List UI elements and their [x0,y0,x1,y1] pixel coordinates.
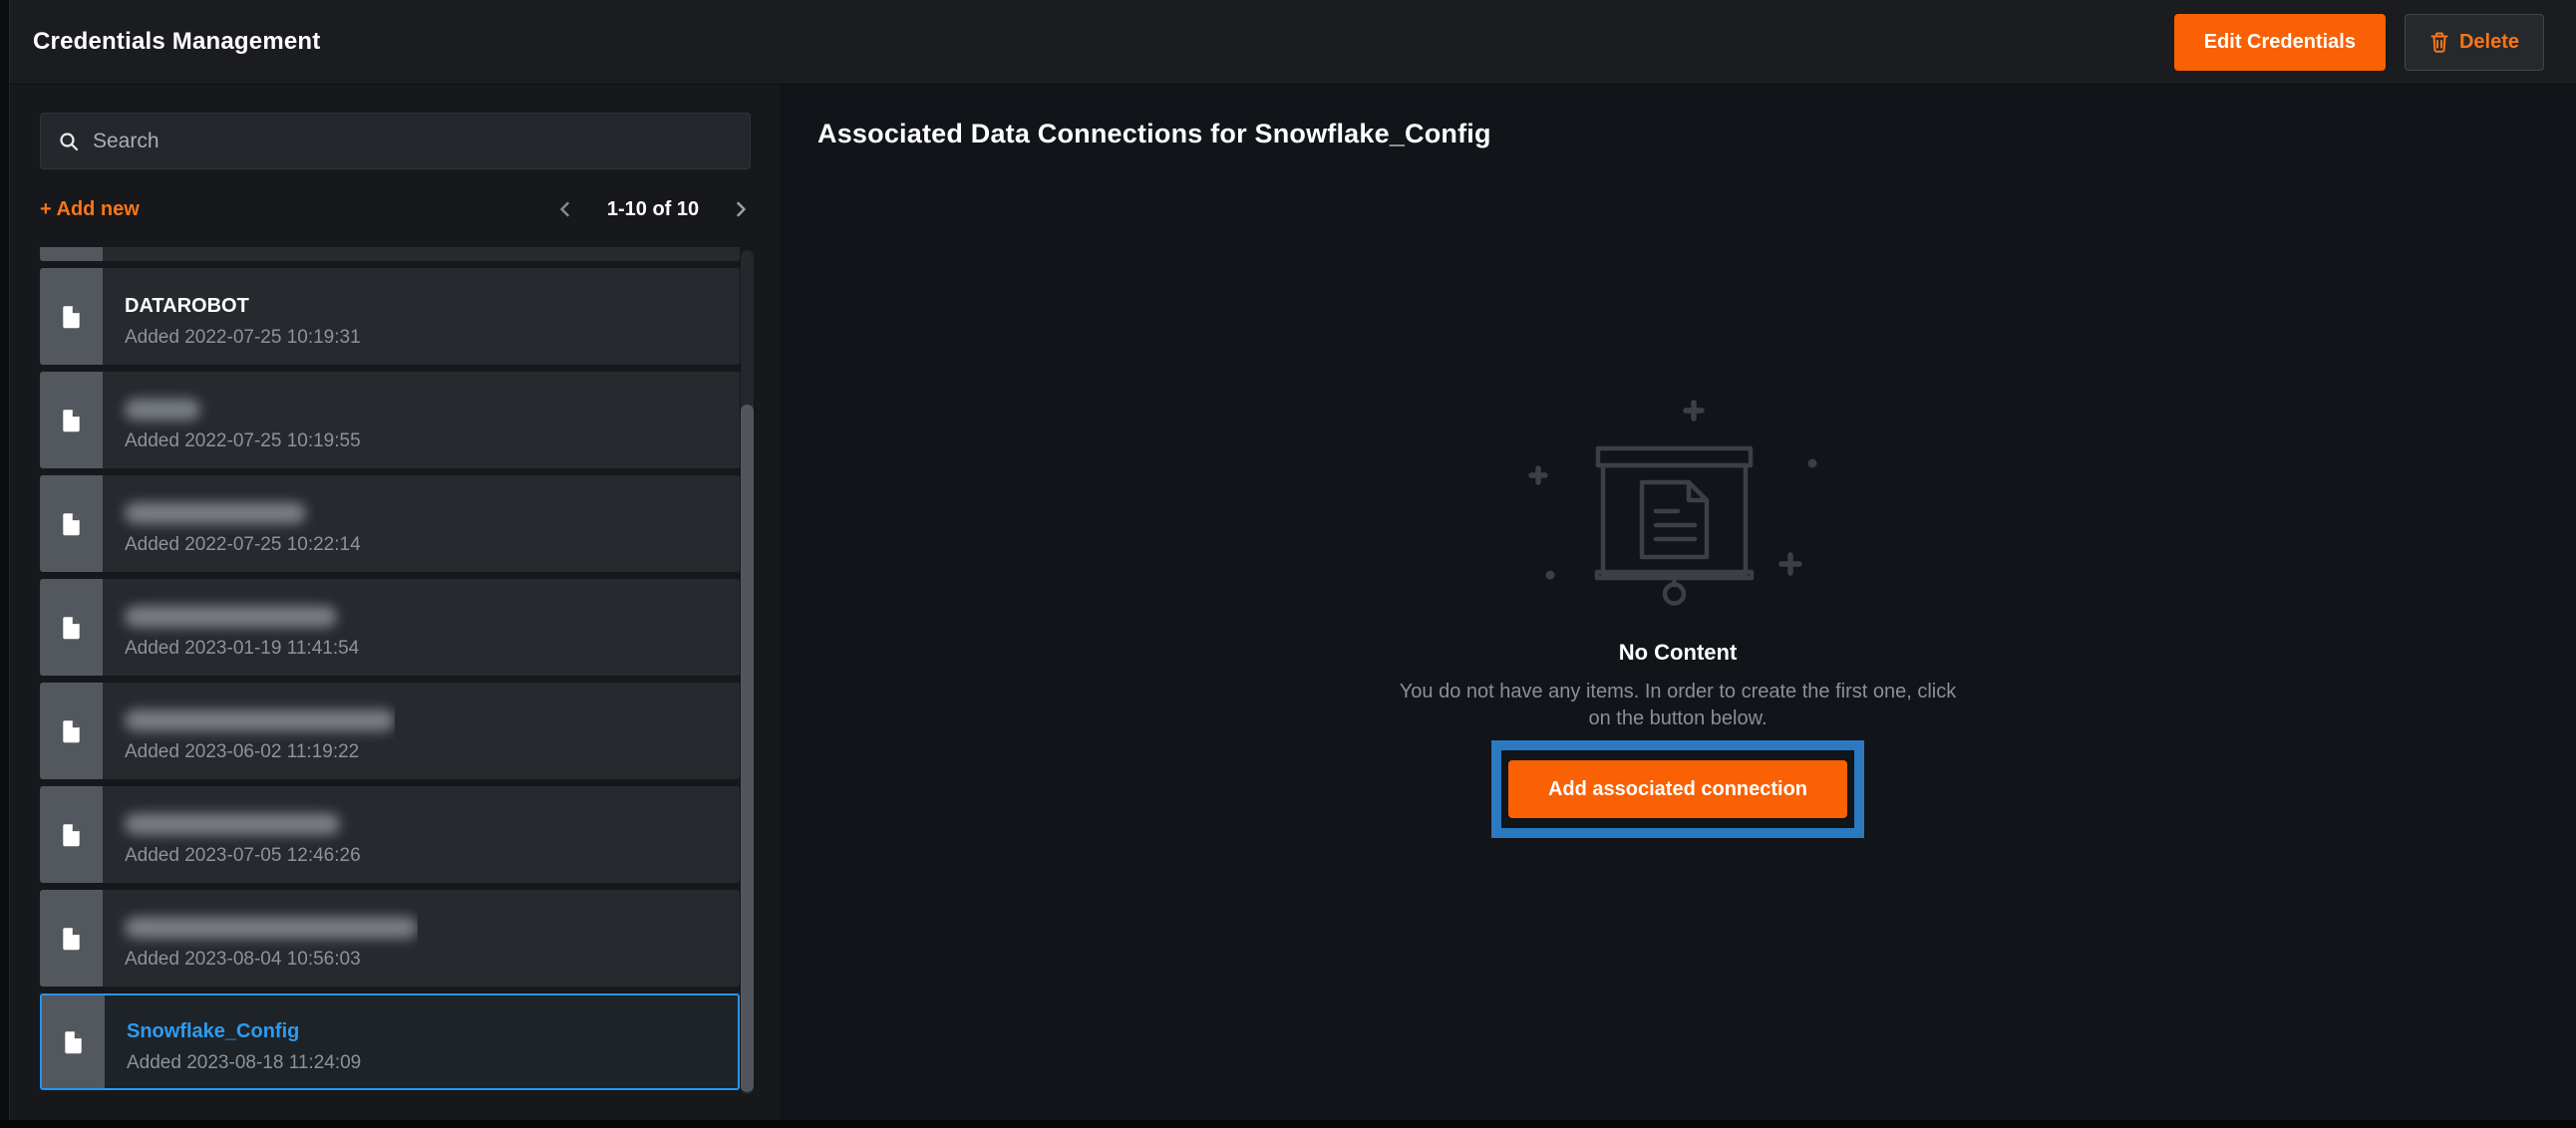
credential-name [125,501,361,525]
chevron-right-icon [734,198,749,220]
credential-name [125,398,361,422]
credential-item[interactable] [40,247,740,261]
redacted-credential-name [125,606,337,628]
empty-state-description-line2: on the button below. [1400,705,1956,732]
delete-button[interactable]: Delete [2405,14,2544,71]
credential-name [125,708,395,732]
credential-item[interactable]: Added 2023-07-05 12:46:26 [40,786,740,883]
file-icon [62,719,81,743]
credential-name: Snowflake_Config [127,1019,361,1043]
file-icon [62,927,81,951]
search-box [40,113,751,169]
credential-item-body: Added 2023-08-04 10:56:03 [103,890,418,987]
credential-item-icon-strip [40,786,103,883]
credential-item-body [103,247,125,261]
credentials-list: DATAROBOT Added 2022-07-25 10:19:31 Adde… [40,247,740,1094]
credential-item[interactable]: Snowflake_Config Added 2023-08-18 11:24:… [40,993,740,1090]
focus-highlight: Add associated connection [1491,740,1864,838]
credential-item-icon-strip [40,890,103,987]
credential-item-body: Added 2023-06-02 11:19:22 [103,683,395,779]
credential-item-icon-strip [40,683,103,779]
left-edge-strip [0,0,10,1128]
chevron-left-icon [557,198,572,220]
credential-name [125,605,359,629]
file-icon [62,616,81,640]
credential-item-icon-strip [40,579,103,676]
credential-item[interactable]: Added 2023-06-02 11:19:22 [40,683,740,779]
delete-button-label: Delete [2459,31,2519,54]
credential-item-body: Added 2022-07-25 10:19:55 [103,372,361,468]
credential-added: Added 2022-07-25 10:19:55 [125,430,361,452]
empty-state-heading: No Content [1619,640,1738,666]
main-panel: Associated Data Connections for Snowflak… [780,85,2576,1128]
edit-credentials-button[interactable]: Edit Credentials [2174,14,2386,71]
redacted-credential-name [125,813,340,835]
credential-item-body: Added 2023-07-05 12:46:26 [103,786,361,883]
credential-name [125,916,418,940]
file-icon [62,823,81,847]
bottom-edge-strip [0,1120,2576,1128]
sidebar: + Add new 1-10 of 10 [10,85,780,1128]
sparkle-dot [1808,459,1817,468]
credential-item[interactable]: Added 2022-07-25 10:22:14 [40,475,740,572]
sparkle-plus-icon [1686,403,1702,419]
add-associated-connection-button[interactable]: Add associated connection [1508,760,1847,818]
credential-added: Added 2022-07-25 10:22:14 [125,534,361,556]
credential-name [125,812,361,836]
section-title: Associated Data Connections for Snowflak… [817,119,2576,149]
credential-item-body: Added 2023-01-19 11:41:54 [103,579,359,676]
app-header: Credentials Management Edit Credentials … [0,0,2576,85]
credential-item[interactable]: Added 2022-07-25 10:19:55 [40,372,740,468]
redacted-credential-name [125,502,306,524]
projector-screen-pull-ring [1665,585,1684,604]
file-icon [62,409,81,432]
page-range-label: 1-10 of 10 [598,198,708,221]
credential-item-icon-strip [42,995,105,1088]
credential-item-body: DATAROBOT Added 2022-07-25 10:19:31 [103,268,361,365]
credential-item-body: Added 2022-07-25 10:22:14 [103,475,361,572]
redacted-credential-name [125,709,395,731]
file-icon [62,305,81,329]
empty-state-illustration [1518,389,1837,618]
credentials-list-region: DATAROBOT Added 2022-07-25 10:19:31 Adde… [40,247,751,1095]
credential-added: Added 2022-07-25 10:19:31 [125,327,361,349]
empty-state: No Content You do not have any items. In… [780,389,2576,838]
credential-item[interactable]: DATAROBOT Added 2022-07-25 10:19:31 [40,268,740,365]
credential-item-icon-strip [40,475,103,572]
search-input[interactable] [93,130,733,153]
credential-added: Added 2023-07-05 12:46:26 [125,845,361,867]
credential-item-icon-strip [40,247,103,261]
credential-added: Added 2023-01-19 11:41:54 [125,638,359,660]
pagination: 1-10 of 10 [555,196,751,222]
credential-added: Added 2023-08-04 10:56:03 [125,949,418,971]
credential-added: Added 2023-06-02 11:19:22 [125,741,395,763]
file-icon [64,1030,83,1054]
redacted-credential-name [125,917,418,939]
credential-item[interactable]: Added 2023-08-04 10:56:03 [40,890,740,987]
sparkle-dot [1546,571,1555,580]
trash-icon [2429,31,2449,53]
empty-state-description: You do not have any items. In order to c… [1400,679,1956,732]
credential-item[interactable]: Added 2023-01-19 11:41:54 [40,579,740,676]
add-new-link[interactable]: + Add new [40,198,140,221]
prev-page-button[interactable] [555,196,574,222]
header-actions: Edit Credentials Delete [2174,14,2544,71]
credential-item-icon-strip [40,372,103,468]
next-page-button[interactable] [732,196,751,222]
credential-item-body: Snowflake_Config Added 2023-08-18 11:24:… [105,995,361,1088]
sparkle-plus-icon [1781,555,1799,573]
list-controls: + Add new 1-10 of 10 [40,190,751,228]
credential-name: DATAROBOT [125,294,361,318]
document-icon [1642,482,1707,557]
search-icon [58,131,80,152]
file-icon [62,512,81,536]
sparkle-plus-icon [1531,468,1545,482]
credential-added: Added 2023-08-18 11:24:09 [127,1052,361,1074]
redacted-credential-name [125,399,200,421]
scrollbar-thumb[interactable] [741,405,754,1092]
projector-screen-top-bar [1598,448,1751,465]
page-title: Credentials Management [33,28,320,56]
empty-state-description-line1: You do not have any items. In order to c… [1400,679,1956,705]
credential-item-icon-strip [40,268,103,365]
